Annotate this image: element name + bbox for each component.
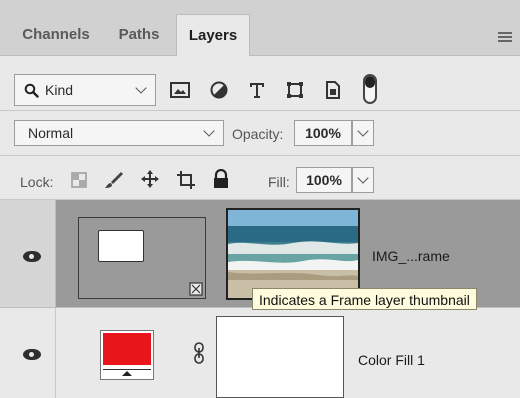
filter-toggle-switch[interactable] (363, 74, 377, 104)
slider-triangle-icon (122, 371, 132, 376)
lock-image-pixels-icon[interactable] (104, 170, 124, 190)
opacity-input[interactable]: 100% (294, 120, 352, 146)
tab-channels[interactable]: Channels (8, 14, 104, 56)
fill-dropdown-button[interactable] (352, 167, 374, 193)
opacity-dropdown-button[interactable] (352, 120, 374, 146)
layer-row[interactable]: Color Fill 1 (0, 308, 520, 398)
beach-photo (228, 210, 358, 298)
filter-kind-dropdown[interactable]: Kind (14, 74, 156, 106)
chevron-down-icon (357, 172, 369, 184)
eye-icon[interactable] (23, 349, 41, 360)
layer-mask-thumbnail[interactable] (216, 316, 344, 398)
visibility-column (0, 200, 56, 307)
shape-layer-filter-icon[interactable] (286, 81, 304, 99)
panel-tab-bar: Channels Paths Layers (0, 0, 520, 56)
filter-kind-label: Kind (45, 82, 74, 98)
layer-name[interactable]: IMG_...rame (372, 248, 450, 264)
chevron-down-icon (135, 82, 147, 94)
lock-label: Lock: (20, 174, 54, 190)
lock-all-icon[interactable] (212, 169, 230, 189)
tab-layers[interactable]: Layers (176, 14, 250, 56)
pixel-layer-filter-icon[interactable] (170, 82, 190, 98)
search-icon (24, 83, 39, 98)
frame-icon (189, 282, 203, 296)
fill-label: Fill: (268, 174, 290, 190)
divider (0, 155, 520, 156)
fill-swatch (103, 333, 151, 365)
tab-paths[interactable]: Paths (104, 14, 174, 56)
fill-value: 100% (306, 172, 342, 188)
opacity-label: Opacity: (232, 126, 284, 142)
smart-object-filter-icon[interactable] (325, 80, 341, 100)
tooltip: Indicates a Frame layer thumbnail (252, 288, 477, 310)
frame-shape (98, 230, 144, 262)
divider (0, 110, 520, 111)
blend-mode-dropdown[interactable]: Normal (14, 120, 224, 146)
visibility-column (0, 308, 56, 398)
blend-mode-value: Normal (28, 125, 74, 141)
lock-position-icon[interactable] (140, 169, 160, 189)
chevron-down-icon (203, 125, 215, 137)
type-layer-filter-icon[interactable] (248, 81, 266, 99)
image-thumbnail[interactable] (226, 208, 360, 300)
panel-menu-icon[interactable] (498, 32, 512, 42)
eye-icon[interactable] (23, 251, 41, 262)
lock-artboard-nesting-icon[interactable] (176, 170, 196, 190)
link-icon[interactable] (193, 342, 205, 364)
color-fill-thumbnail[interactable] (100, 330, 154, 380)
lock-transparent-pixels-icon[interactable] (71, 172, 87, 188)
layer-name[interactable]: Color Fill 1 (358, 352, 425, 368)
opacity-value: 100% (305, 125, 341, 141)
fill-input[interactable]: 100% (296, 167, 352, 193)
chevron-down-icon (357, 125, 369, 137)
adjustment-layer-filter-icon[interactable] (210, 81, 228, 99)
frame-thumbnail[interactable] (78, 217, 206, 299)
